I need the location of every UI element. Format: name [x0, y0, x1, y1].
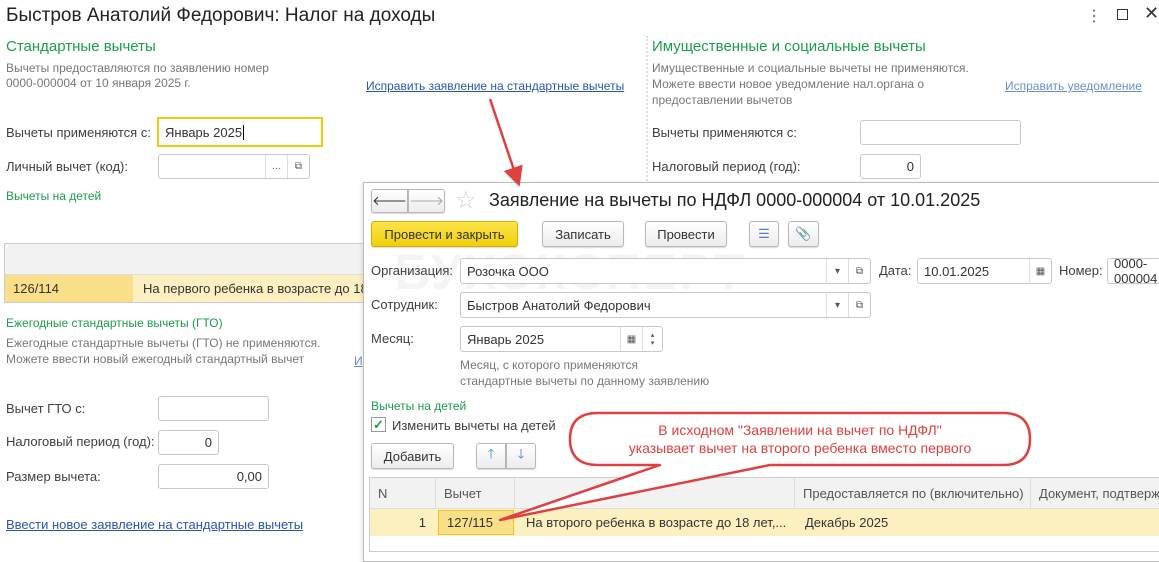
annotation-layer — [488, 98, 1032, 522]
callout-line-1: В исходном "Заявлении на вычет по НДФЛ" — [658, 422, 942, 438]
annotation-arrow — [488, 98, 523, 187]
callout-line-2: указывает вычет на второго ребенка вмест… — [628, 440, 972, 456]
